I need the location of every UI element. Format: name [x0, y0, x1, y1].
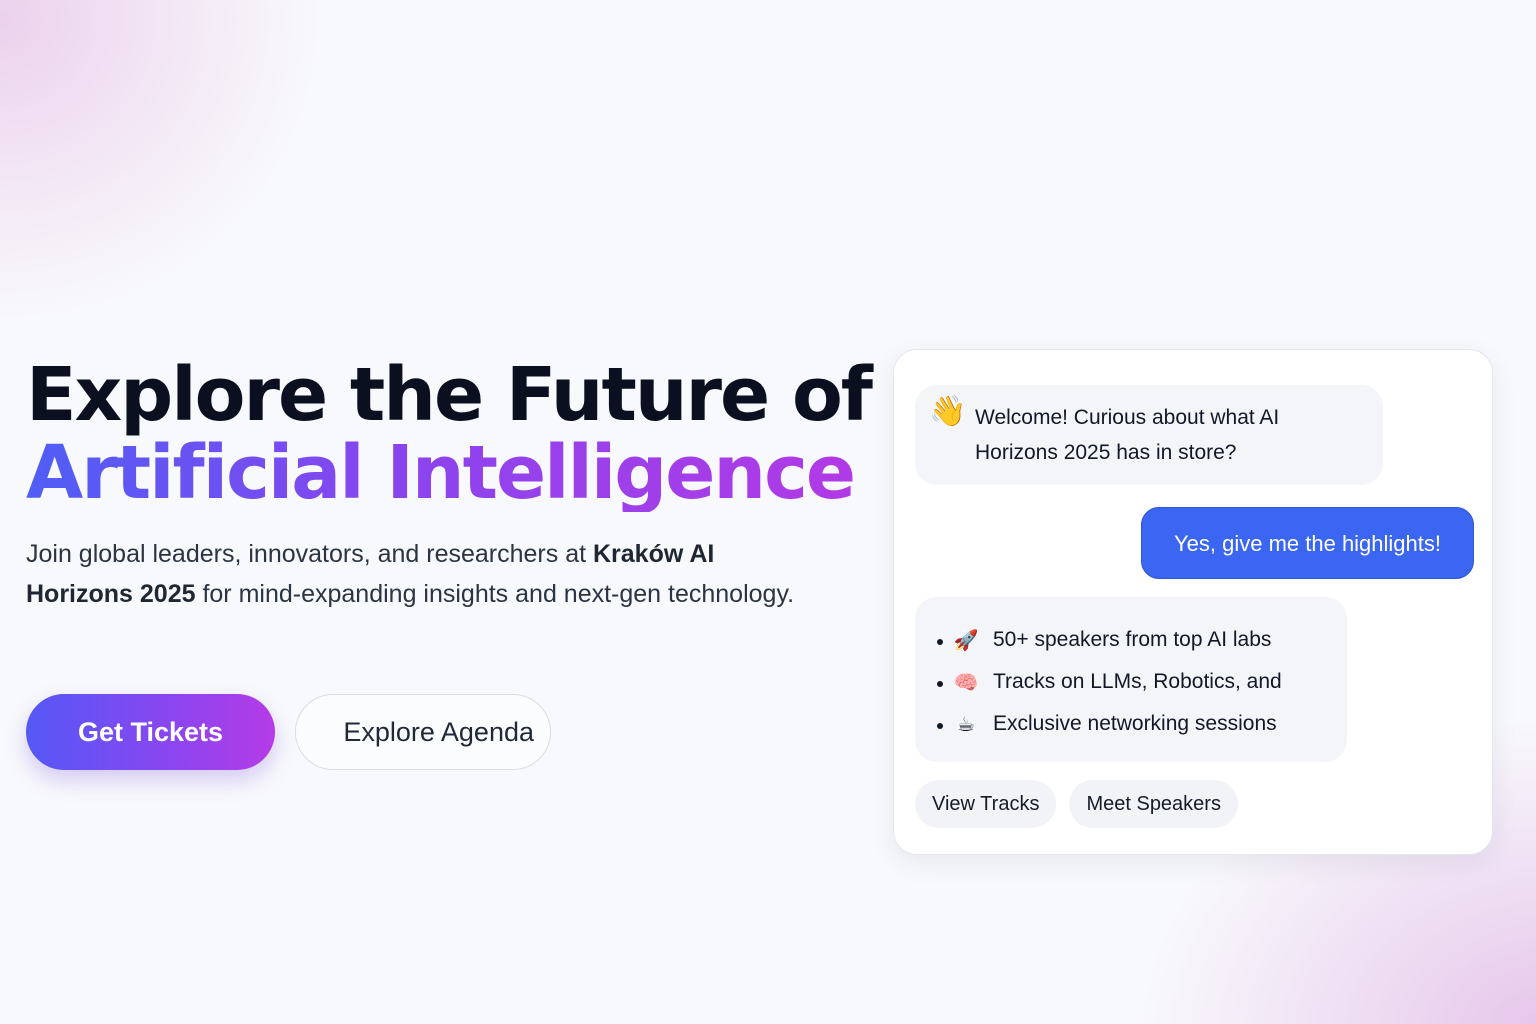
highlight-speakers: 🚀 50+ speakers from top AI labs	[937, 619, 1282, 661]
get-tickets-button[interactable]: Get Tickets	[26, 694, 275, 770]
rocket-icon: 🚀	[953, 629, 979, 652]
highlight-text: Tracks on LLMs, Robotics, and	[993, 670, 1282, 693]
bullet-dot	[937, 723, 943, 729]
highlight-tracks: 🧠 Tracks on LLMs, Robotics, and	[937, 661, 1282, 703]
hero-headline: Explore the Future of Artificial Intelli…	[26, 356, 873, 516]
bullet-dot	[937, 681, 943, 687]
coffee-icon: ☕	[957, 713, 975, 736]
cta-row: Get Tickets Explore Agenda	[26, 694, 551, 770]
highlight-networking: ☕ Exclusive networking sessions	[937, 703, 1282, 745]
quick-replies: View Tracks Meet Speakers	[915, 780, 1238, 828]
highlights-list: 🚀 50+ speakers from top AI labs 🧠 Tracks…	[937, 619, 1282, 745]
lede-text-2: for mind-expanding insights and next-gen…	[195, 580, 795, 608]
hero-section: Explore the Future of Artificial Intelli…	[26, 356, 873, 614]
bot-highlights-message: 🚀 50+ speakers from top AI labs 🧠 Tracks…	[915, 597, 1347, 762]
headline-line-1: Explore the Future of	[26, 352, 873, 438]
bot-welcome-message: 👋 Welcome! Curious about what AI Horizon…	[915, 385, 1383, 485]
brain-icon: 🧠	[953, 671, 979, 694]
explore-agenda-button[interactable]: Explore Agenda	[295, 694, 551, 770]
meet-speakers-button[interactable]: Meet Speakers	[1069, 780, 1238, 828]
chat-widget: 👋 Welcome! Curious about what AI Horizon…	[893, 349, 1493, 855]
hero-description: Join global leaders, innovators, and res…	[26, 534, 796, 614]
bullet-dot	[937, 639, 943, 645]
user-reply-message: Yes, give me the highlights!	[1141, 507, 1474, 579]
welcome-text: Welcome! Curious about what AI Horizons …	[975, 406, 1280, 464]
waving-hand-icon: 👋	[929, 395, 967, 428]
view-tracks-button[interactable]: View Tracks	[915, 780, 1057, 828]
highlight-text: Exclusive networking sessions	[993, 712, 1277, 735]
headline-line-2: Artificial Intelligence	[26, 430, 856, 516]
highlight-text: 50+ speakers from top AI labs	[993, 628, 1272, 651]
lede-text-1: Join global leaders, innovators, and res…	[26, 540, 593, 568]
